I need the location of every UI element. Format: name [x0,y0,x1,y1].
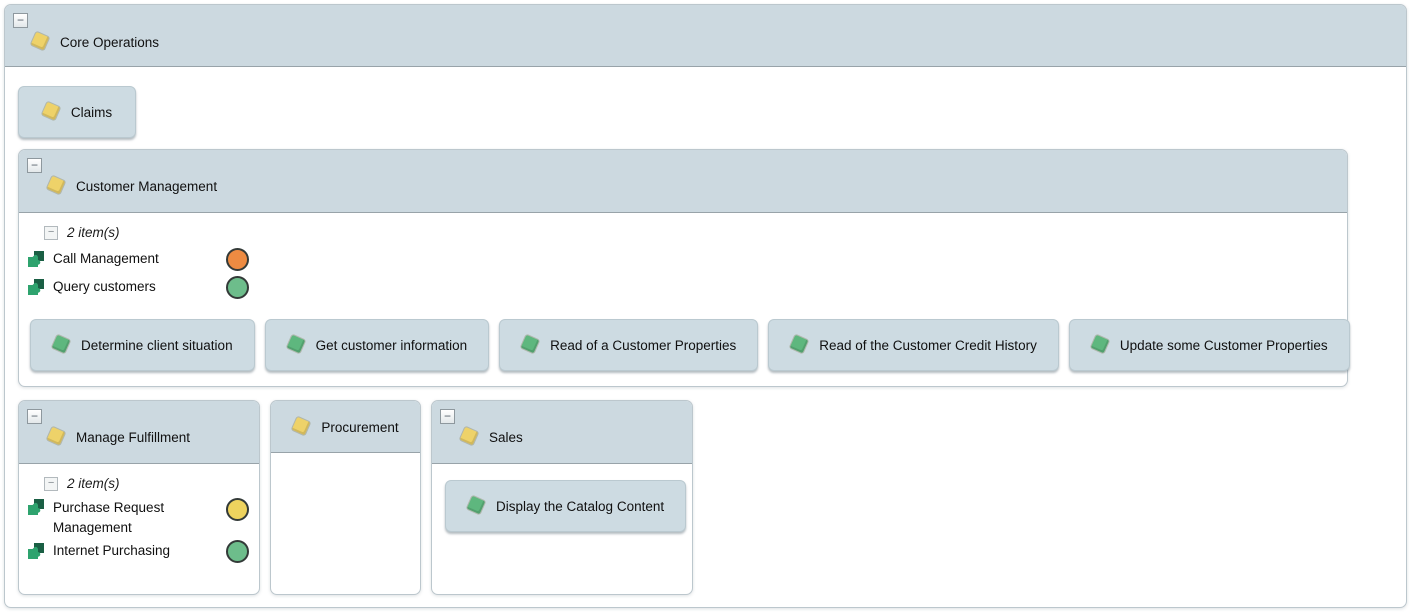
tile-label: Claims [71,105,112,120]
group-title: Core Operations [60,35,159,50]
tile-label: Read of the Customer Credit History [819,338,1037,353]
manage-fulfillment-header[interactable]: − Manage Fulfillment [19,401,259,464]
diagram-canvas: − Core Operations Claims − [0,0,1410,614]
tile-label: Display the Catalog Content [496,499,664,514]
customer-management-body: − 2 item(s) Call Management Query custom… [19,225,1347,371]
yellow-diamond-icon [292,417,312,437]
items-count-row: − 2 item(s) [44,225,1347,240]
sales-group[interactable]: − Sales Display t [431,400,693,595]
status-dot [226,498,249,521]
list-item[interactable]: Query customers [19,273,249,301]
manage-fulfillment-group[interactable]: − Manage Fulfillment − 2 item(s) [18,400,260,595]
group-title: Manage Fulfillment [76,430,190,445]
claims-tile[interactable]: Claims [18,86,136,138]
collapse-button[interactable]: − [13,13,28,28]
list-item[interactable]: Internet Purchasing [19,537,249,565]
item-label: Internet Purchasing [53,541,218,561]
operation-tile[interactable]: Get customer information [265,319,490,371]
puzzle-icon [27,250,45,268]
sales-body: Display the Catalog Content [432,464,692,532]
tile-label: Determine client situation [81,338,233,353]
green-diamond-icon [521,335,541,355]
tile-label: Read of a Customer Properties [550,338,736,353]
core-operations-body: Claims − Customer Management − [5,67,1406,595]
tile-label: Update some Customer Properties [1120,338,1328,353]
group-title: Procurement [321,420,398,435]
yellow-diamond-icon [47,176,67,196]
green-diamond-icon [790,335,810,355]
operation-tile[interactable]: Update some Customer Properties [1069,319,1350,371]
procurement-header[interactable]: Procurement [271,401,420,453]
core-operations-group[interactable]: − Core Operations Claims − [4,4,1407,608]
tile-label: Get customer information [316,338,468,353]
procurement-group[interactable]: Procurement [270,400,421,595]
list-item[interactable]: Call Management [19,245,249,273]
collapse-button[interactable]: − [440,409,455,424]
item-label: Call Management [53,249,218,269]
operation-tile[interactable]: Read of a Customer Properties [499,319,758,371]
item-label: Purchase Request Management [53,498,218,537]
items-count-row: − 2 item(s) [44,476,259,491]
yellow-diamond-icon [31,32,51,52]
collapse-button[interactable]: − [27,409,42,424]
operations-row: Determine client situation Get customer … [30,319,1347,371]
status-dot [226,276,249,299]
status-dot [226,248,249,271]
green-diamond-icon [1091,335,1111,355]
customer-management-header[interactable]: − Customer Management [19,150,1347,213]
collapse-button[interactable]: − [27,158,42,173]
yellow-diamond-icon [42,102,62,122]
sales-header[interactable]: − Sales [432,401,692,464]
manage-fulfillment-body: − 2 item(s) Purchase Request Management … [19,476,259,565]
operation-tile[interactable]: Read of the Customer Credit History [768,319,1059,371]
operation-tile[interactable]: Display the Catalog Content [445,480,686,532]
core-operations-header[interactable]: − Core Operations [5,5,1406,67]
group-title: Customer Management [76,179,217,194]
yellow-diamond-icon [47,427,67,447]
operation-tile[interactable]: Determine client situation [30,319,255,371]
green-diamond-icon [52,335,72,355]
puzzle-icon [27,498,45,516]
bottom-row: − Manage Fulfillment − 2 item(s) [18,400,1406,595]
item-label: Query customers [53,277,218,297]
items-count-label: 2 item(s) [67,476,120,491]
green-diamond-icon [287,335,307,355]
items-count-label: 2 item(s) [67,225,120,240]
list-item[interactable]: Purchase Request Management [19,496,249,537]
group-title: Sales [489,430,523,445]
puzzle-icon [27,542,45,560]
green-diamond-icon [467,496,487,516]
status-dot [226,540,249,563]
puzzle-icon [27,278,45,296]
yellow-diamond-icon [460,427,480,447]
items-collapse-icon[interactable]: − [44,477,58,491]
items-collapse-icon[interactable]: − [44,226,58,240]
customer-management-group[interactable]: − Customer Management − 2 item(s) [18,149,1348,387]
